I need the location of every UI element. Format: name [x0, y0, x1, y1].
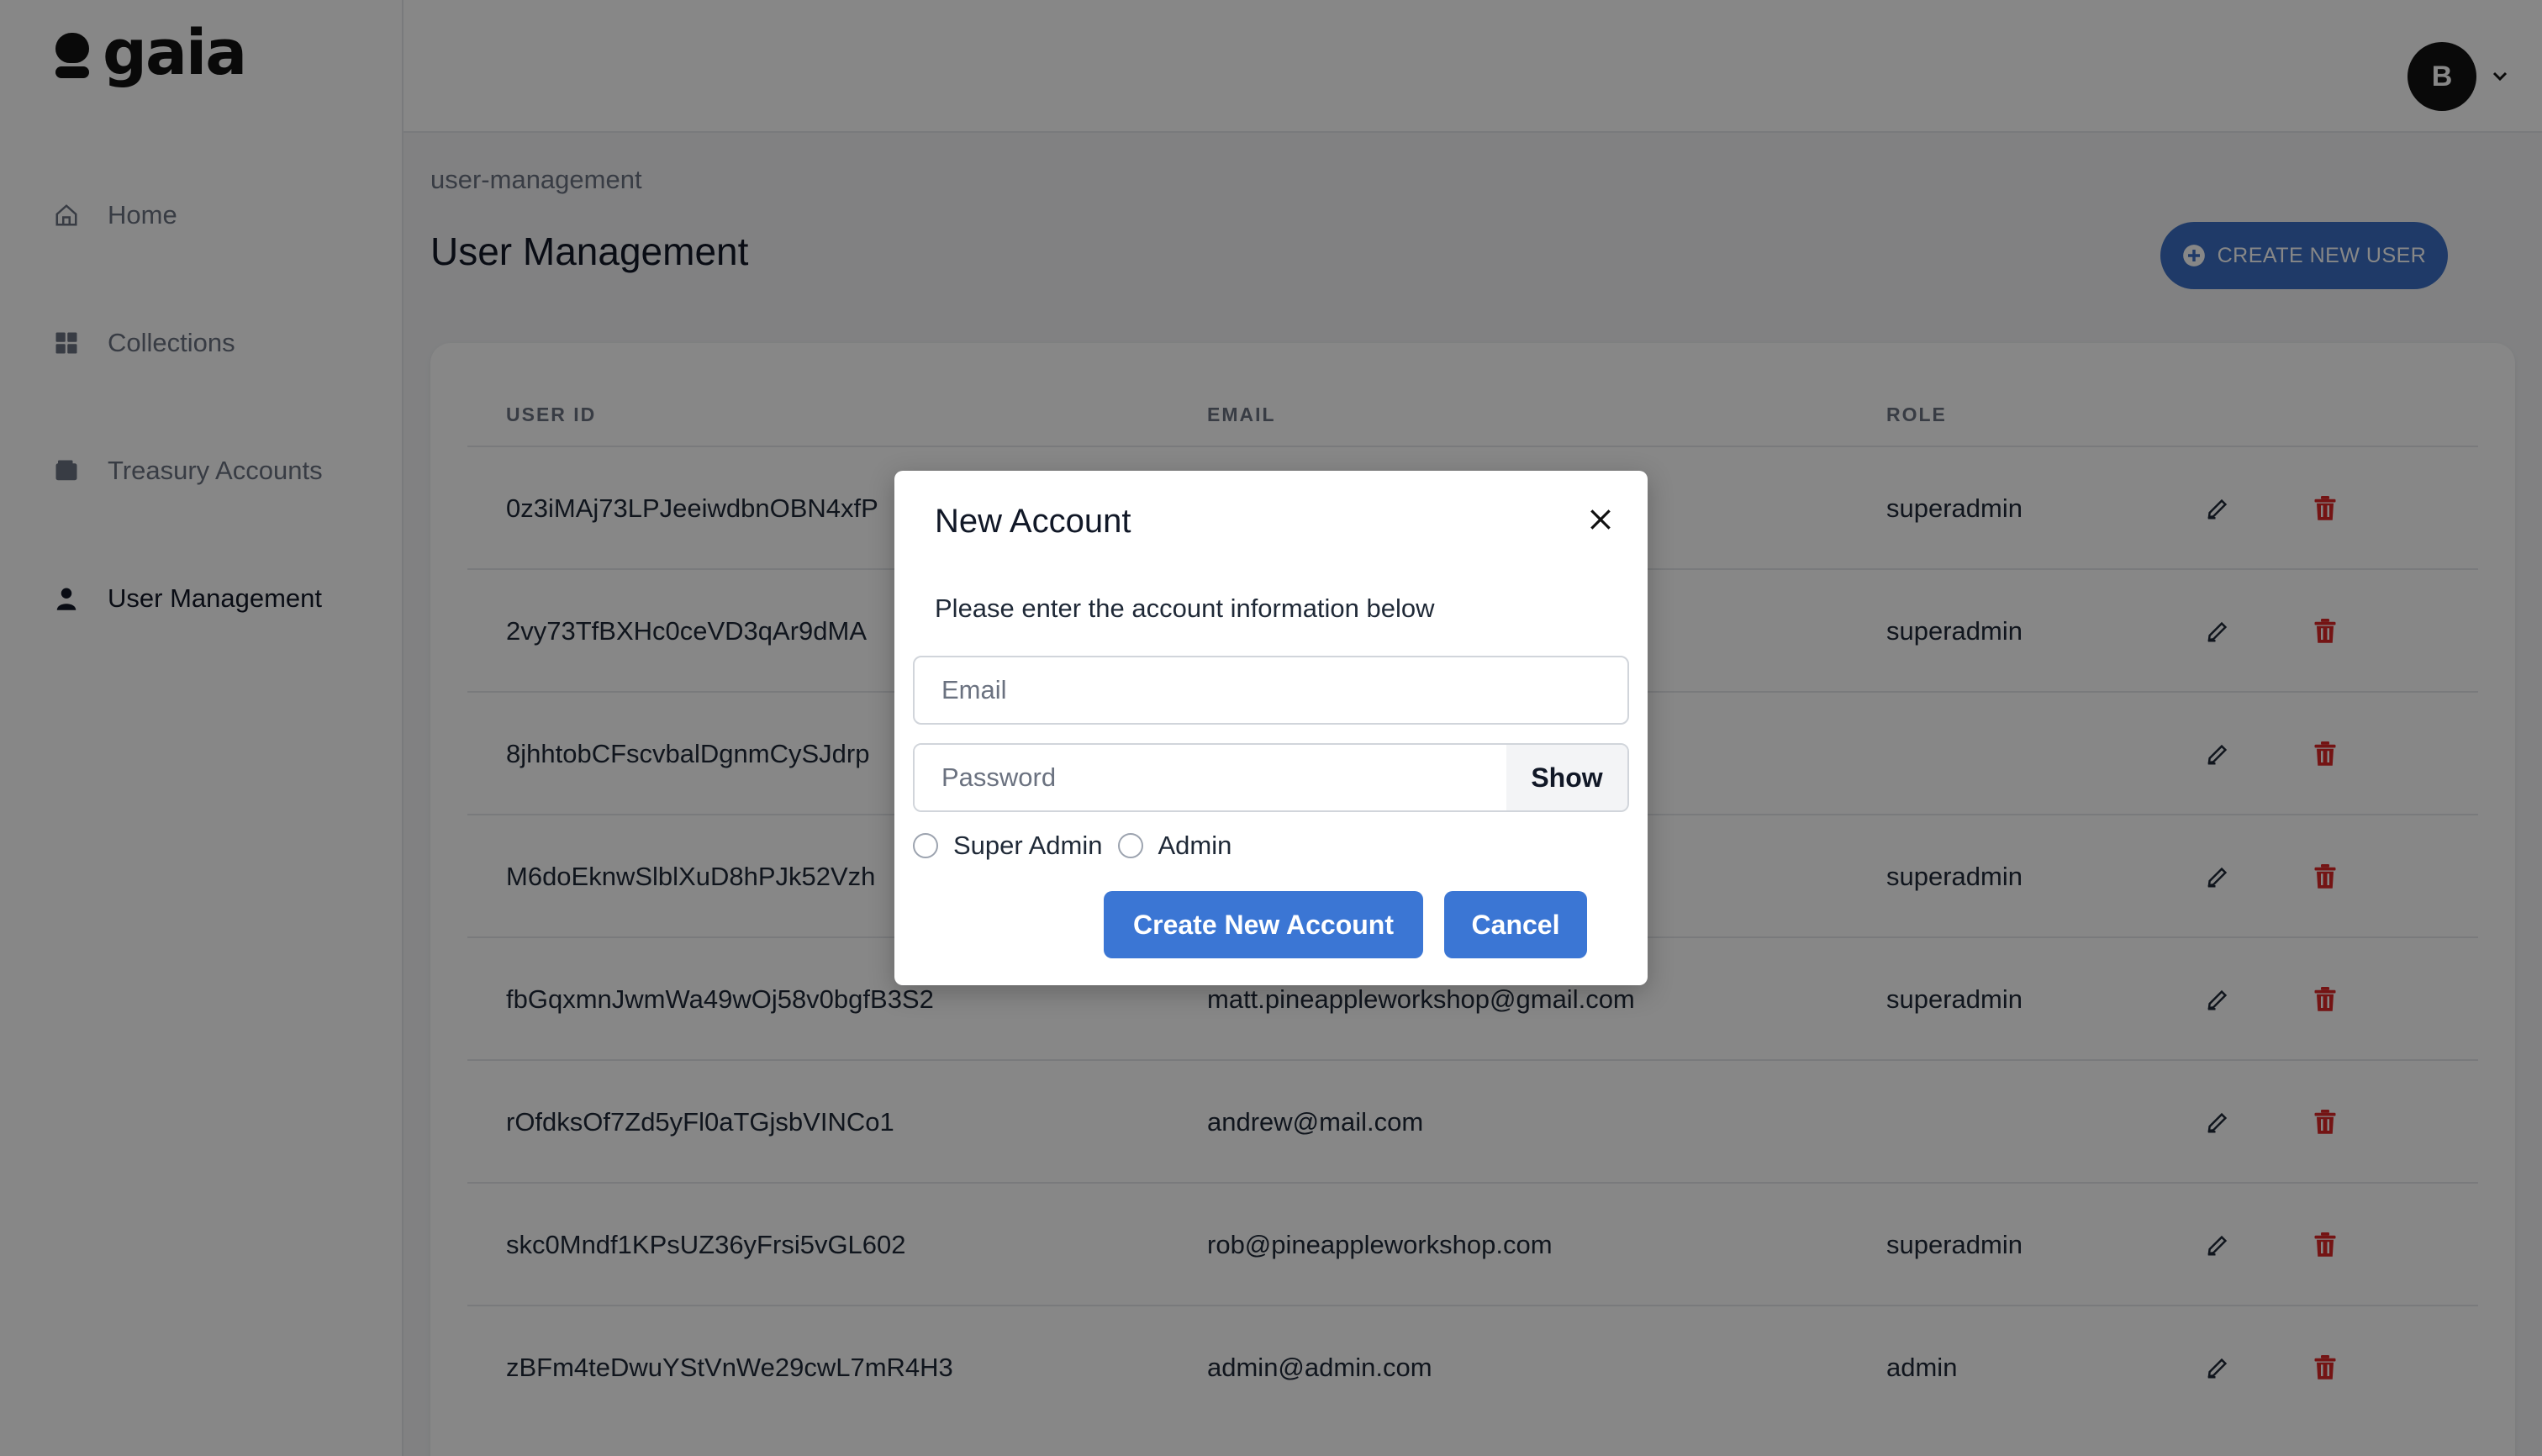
role-radio-group: Super Admin Admin	[913, 831, 1247, 861]
email-field[interactable]	[913, 656, 1629, 725]
cancel-button[interactable]: Cancel	[1444, 891, 1587, 958]
super-admin-radio[interactable]	[913, 833, 938, 858]
modal-title: New Account	[935, 503, 1131, 540]
admin-radio-label[interactable]: Admin	[1158, 831, 1232, 861]
show-password-button[interactable]: Show	[1506, 745, 1627, 810]
password-field[interactable]	[915, 745, 1508, 810]
close-icon[interactable]	[1582, 501, 1619, 538]
modal-description: Please enter the account information bel…	[935, 593, 1435, 623]
super-admin-radio-label[interactable]: Super Admin	[953, 831, 1103, 861]
password-field-group: Show	[913, 743, 1629, 812]
admin-radio[interactable]	[1117, 833, 1143, 858]
new-account-modal: New Account Please enter the account inf…	[894, 471, 1648, 985]
create-new-account-button[interactable]: Create New Account	[1104, 891, 1423, 958]
